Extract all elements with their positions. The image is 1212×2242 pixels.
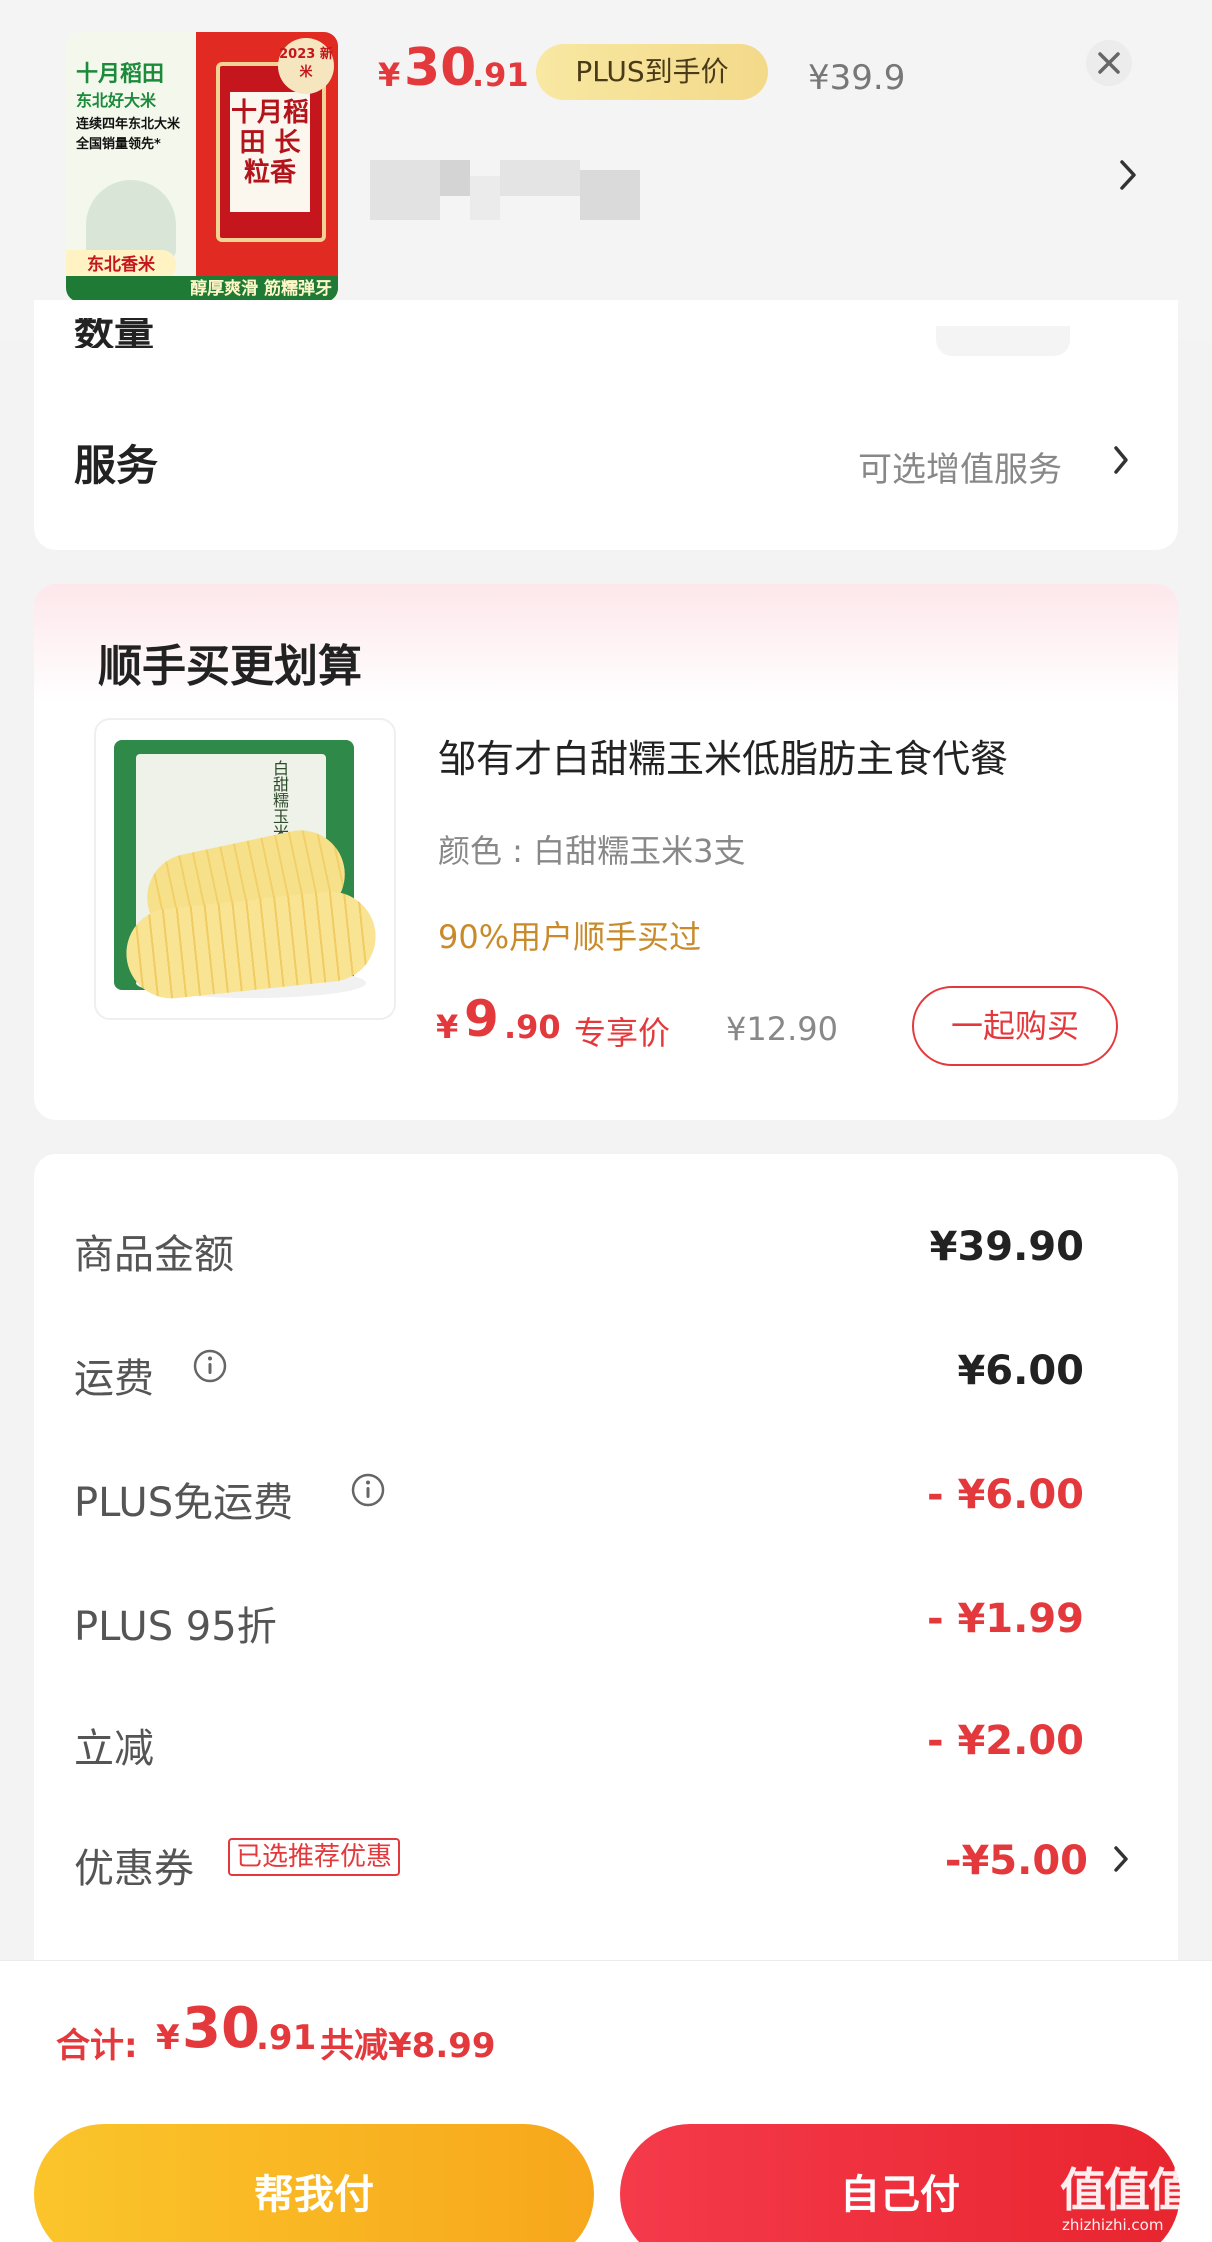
summary-label-plus-free-shipping: PLUS免运费 xyxy=(74,1480,294,1526)
partial-quantity-label: 数量 xyxy=(74,318,154,348)
coupon-badge: 已选推荐优惠 xyxy=(228,1838,401,1876)
rice-bag-label: 十月稻田 长粒香 xyxy=(230,92,310,212)
bundle-social-proof: 90%用户顺手买过 xyxy=(438,918,702,956)
package-brand: 十月稻田 xyxy=(76,62,165,87)
summary-label-plus-discount: PLUS 95折 xyxy=(74,1604,277,1650)
total-price-symbol: ¥ xyxy=(156,2018,180,2058)
total-saved: 共减¥8.99 xyxy=(320,2026,496,2066)
help-pay-button[interactable]: 帮我付 xyxy=(34,2124,594,2242)
corn-product-image[interactable]: 白甜糯玉米 xyxy=(94,718,396,1020)
bundle-original-price: ¥12.90 xyxy=(726,1010,838,1048)
total-price-integer: 30 xyxy=(182,1996,260,2061)
close-icon[interactable] xyxy=(1086,40,1132,86)
package-banner: 醇厚爽滑 筋糯弹牙 xyxy=(66,276,338,302)
blurred-content xyxy=(370,160,440,220)
service-label: 服务 xyxy=(74,441,159,490)
bundle-price-integer: 9 xyxy=(464,990,499,1048)
price-symbol: ¥ xyxy=(378,56,401,94)
blurred-content xyxy=(440,160,470,196)
chevron-right-icon[interactable] xyxy=(1112,444,1130,476)
package-claim-1: 连续四年东北大米 xyxy=(76,117,181,132)
total-label: 合计: xyxy=(56,2026,138,2066)
bundle-price-symbol: ¥ xyxy=(436,1008,459,1046)
summary-label-goods-amount: 商品金额 xyxy=(74,1232,234,1278)
bundle-price-tag: 专享价 xyxy=(574,1014,671,1052)
price-decimal: .91 xyxy=(472,56,529,94)
bundle-title: 顺手买更划算 xyxy=(98,641,362,692)
summary-value-shipping: ¥6.00 xyxy=(957,1348,1084,1394)
bundle-product-spec[interactable]: 颜色 : 白甜糯玉米3支 xyxy=(438,826,746,872)
total-price-decimal: .91 xyxy=(256,2018,317,2058)
original-price: ¥39.9 xyxy=(808,58,906,98)
blurred-content xyxy=(580,170,640,220)
price-integer: 30 xyxy=(404,38,477,98)
summary-value-coupon[interactable]: -¥5.00 xyxy=(788,1838,1088,1884)
chevron-right-icon[interactable] xyxy=(1118,158,1138,192)
chevron-right-icon[interactable] xyxy=(1112,1844,1130,1874)
partial-quantity-stepper[interactable] xyxy=(936,326,1070,356)
info-icon[interactable] xyxy=(350,1472,386,1508)
package-subtitle: 东北好大米 xyxy=(76,91,157,110)
summary-label-instant-reduction: 立减 xyxy=(74,1726,154,1772)
package-spokesperson xyxy=(86,180,176,260)
watermark-url: zhizhizhi.com xyxy=(1062,2216,1164,2234)
service-value[interactable]: 可选增值服务 xyxy=(858,442,1062,491)
corn-bag-label: 白甜糯玉米 xyxy=(270,760,289,840)
blurred-content xyxy=(500,160,580,196)
summary-value-plus-discount: - ¥1.99 xyxy=(926,1596,1084,1642)
new-rice-badge: 2023 新米 xyxy=(278,38,334,94)
summary-value-plus-free-shipping: - ¥6.00 xyxy=(926,1472,1084,1518)
package-claim-2: 全国销量领先* xyxy=(76,137,161,152)
plus-price-badge: PLUS到手价 xyxy=(536,44,768,100)
summary-label-coupon: 优惠券 xyxy=(74,1846,194,1892)
bundle-price-decimal: .90 xyxy=(504,1008,561,1046)
buy-together-button[interactable]: 一起购买 xyxy=(912,986,1118,1066)
info-icon[interactable] xyxy=(192,1348,228,1384)
bundle-product-name[interactable]: 邹有才白甜糯玉米低脂肪主食代餐 xyxy=(438,728,1008,783)
summary-value-goods-amount: ¥39.90 xyxy=(929,1224,1084,1270)
site-watermark: 值值值 zhizhizhi.com xyxy=(1060,2154,1206,2234)
blurred-content xyxy=(470,176,500,220)
summary-label-shipping: 运费 xyxy=(74,1356,154,1402)
summary-value-instant-reduction: - ¥2.00 xyxy=(926,1718,1084,1764)
watermark-logo: 值值值 xyxy=(1060,2163,1194,2217)
product-thumbnail[interactable]: 十月稻田 东北好大米 连续四年东北大米 全国销量领先* 十月稻田 长粒香 202… xyxy=(66,32,338,302)
